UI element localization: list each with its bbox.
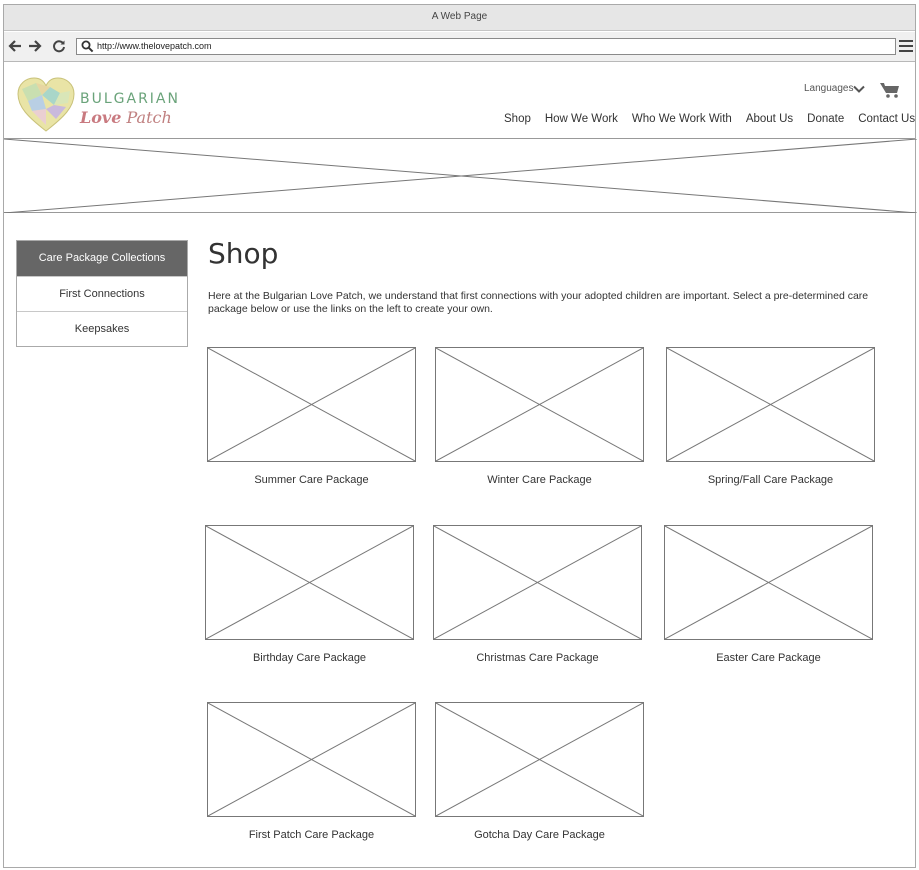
window-titlebar: A Web Page <box>4 5 915 31</box>
sidebar-menu: Care Package Collections First Connectio… <box>16 240 188 347</box>
nav-donate[interactable]: Donate <box>807 113 844 125</box>
product-image-placeholder[interactable] <box>207 347 416 462</box>
product-image-placeholder[interactable] <box>205 525 414 640</box>
site-header: BULGARIAN Love Patch Languages Shop How … <box>4 63 915 139</box>
nav-contact-us[interactable]: Contact Us <box>858 113 915 125</box>
product-card[interactable]: Birthday Care Package <box>205 525 414 664</box>
nav-about-us[interactable]: About Us <box>746 113 793 125</box>
product-label[interactable]: Summer Care Package <box>207 474 416 486</box>
page-title: Shop <box>208 237 279 270</box>
product-card[interactable]: Summer Care Package <box>207 347 416 486</box>
logo-text-love-patch: Love Patch <box>80 108 172 127</box>
languages-dropdown-label[interactable]: Languages <box>804 83 854 94</box>
product-card[interactable]: Winter Care Package <box>435 347 644 486</box>
product-card[interactable]: First Patch Care Package <box>207 702 416 841</box>
product-label[interactable]: Birthday Care Package <box>205 652 414 664</box>
nav-shop[interactable]: Shop <box>504 113 531 125</box>
sidebar-item-first-connections[interactable]: First Connections <box>17 276 187 311</box>
product-card[interactable]: Easter Care Package <box>664 525 873 664</box>
product-card[interactable]: Christmas Care Package <box>433 525 642 664</box>
product-card[interactable]: Gotcha Day Care Package <box>435 702 644 841</box>
product-image-placeholder[interactable] <box>666 347 875 462</box>
arrow-left-icon[interactable] <box>8 39 22 53</box>
sidebar-item-care-package-collections[interactable]: Care Package Collections <box>17 241 187 276</box>
logo-text-bulgarian: BULGARIAN <box>80 91 180 107</box>
intro-text: Here at the Bulgarian Love Patch, we und… <box>208 290 869 315</box>
product-card[interactable]: Spring/Fall Care Package <box>666 347 875 486</box>
hamburger-menu-icon[interactable] <box>899 40 913 52</box>
product-image-placeholder[interactable] <box>664 525 873 640</box>
reload-icon[interactable] <box>52 39 66 53</box>
product-image-placeholder[interactable] <box>435 347 644 462</box>
heart-patch-icon <box>17 77 75 132</box>
nav-how-we-work[interactable]: How We Work <box>545 113 618 125</box>
address-bar[interactable]: http://www.thelovepatch.com <box>76 38 896 55</box>
product-label[interactable]: Easter Care Package <box>664 652 873 664</box>
chevron-down-icon[interactable] <box>853 85 865 94</box>
browser-toolbar: http://www.thelovepatch.com <box>4 32 915 62</box>
product-image-placeholder[interactable] <box>435 702 644 817</box>
browser-window: A Web Page http://www.thelovepatch.com B… <box>3 4 917 868</box>
product-label[interactable]: First Patch Care Package <box>207 829 416 841</box>
arrow-right-icon[interactable] <box>28 39 42 53</box>
product-image-placeholder[interactable] <box>433 525 642 640</box>
nav-who-we-work-with[interactable]: Who We Work With <box>632 113 732 125</box>
product-image-placeholder[interactable] <box>207 702 416 817</box>
product-label[interactable]: Spring/Fall Care Package <box>666 474 875 486</box>
product-label[interactable]: Christmas Care Package <box>433 652 642 664</box>
search-icon <box>81 40 94 53</box>
main-nav: Shop How We Work Who We Work With About … <box>504 113 915 125</box>
sidebar-item-keepsakes[interactable]: Keepsakes <box>17 311 187 346</box>
product-label[interactable]: Gotcha Day Care Package <box>435 829 644 841</box>
site-logo[interactable]: BULGARIAN Love Patch <box>16 77 178 133</box>
window-title: A Web Page <box>431 11 488 22</box>
product-label[interactable]: Winter Care Package <box>435 474 644 486</box>
cart-icon[interactable] <box>880 81 900 98</box>
url-text: http://www.thelovepatch.com <box>97 41 212 51</box>
hero-image-placeholder <box>4 139 917 213</box>
